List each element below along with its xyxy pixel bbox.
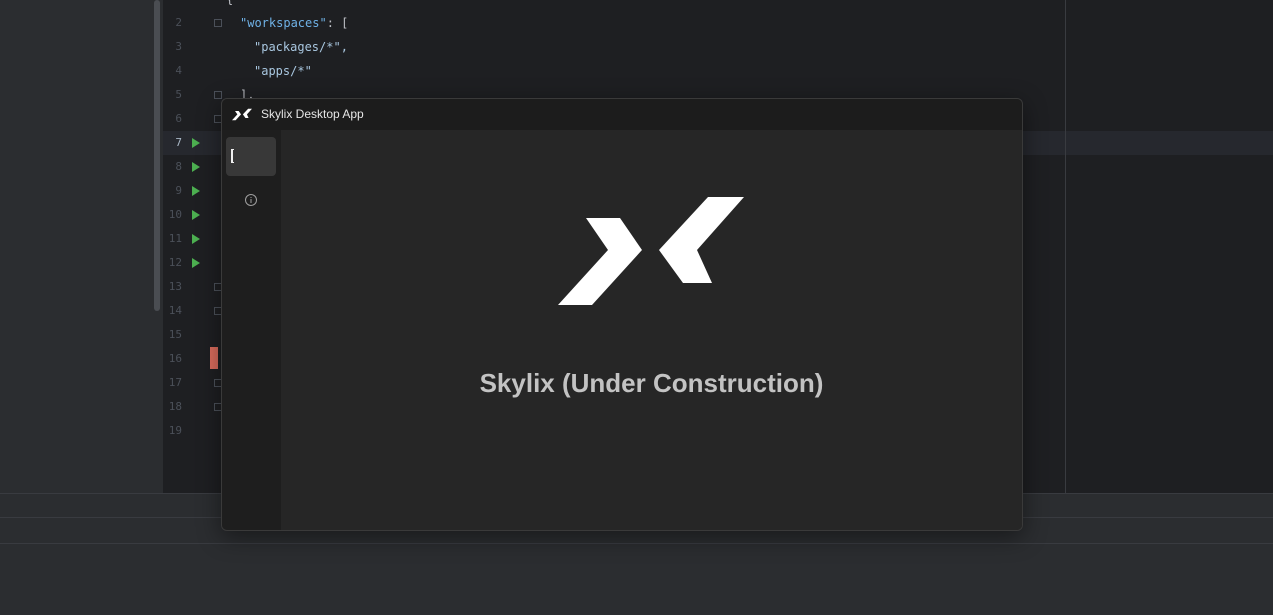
- skylix-logo-icon: [232, 108, 252, 121]
- line-number: 10: [168, 208, 182, 221]
- line-number: 2: [175, 16, 182, 29]
- json-string: "packages/*",: [254, 40, 348, 54]
- code-line: "packages/*",: [254, 35, 348, 59]
- code-line: "apps/*": [254, 59, 312, 83]
- line-number: 3: [175, 40, 182, 53]
- run-icon[interactable]: [192, 210, 200, 220]
- editor-right-margin: [1065, 0, 1066, 493]
- sidebar-item-home[interactable]: [226, 137, 276, 176]
- code-text: : [: [326, 16, 349, 30]
- vcs-change-marker[interactable]: [210, 347, 218, 369]
- code-text: {: [226, 0, 233, 6]
- info-icon[interactable]: [244, 193, 258, 207]
- line-number: 13: [168, 280, 182, 293]
- ide-project-panel: [0, 0, 163, 517]
- line-number: 8: [175, 160, 182, 173]
- window-title: Skylix Desktop App: [261, 107, 364, 121]
- skylix-logo-icon: [558, 197, 744, 305]
- ide-scrollbar[interactable]: [154, 0, 160, 311]
- line-number: 6: [175, 112, 182, 125]
- json-key: "workspaces": [240, 16, 327, 30]
- line-number: 5: [175, 88, 182, 101]
- json-string: "apps/*": [254, 64, 312, 78]
- skylix-app-window[interactable]: Skylix Desktop App Skylix (Under Constru…: [221, 98, 1023, 531]
- run-icon[interactable]: [192, 138, 200, 148]
- line-number: 9: [175, 184, 182, 197]
- line-number: 19: [168, 424, 182, 437]
- line-number: 4: [175, 64, 182, 77]
- app-sidebar: [222, 130, 281, 530]
- cursor-icon: [231, 149, 234, 163]
- fold-marker-icon[interactable]: [214, 19, 222, 27]
- code-line: "workspaces": [: [240, 11, 348, 35]
- line-number: 18: [168, 400, 182, 413]
- code-line: {: [226, 0, 233, 11]
- line-number: 15: [168, 328, 182, 341]
- run-icon[interactable]: [192, 162, 200, 172]
- run-icon[interactable]: [192, 258, 200, 268]
- hero-title: Skylix (Under Construction): [479, 368, 824, 398]
- ide-bottom-panel: [0, 543, 1273, 615]
- line-number: 17: [168, 376, 182, 389]
- line-number: 12: [168, 256, 182, 269]
- line-number: 14: [168, 304, 182, 317]
- line-number: 11: [168, 232, 182, 245]
- app-main-content: Skylix (Under Construction): [281, 130, 1022, 530]
- run-icon[interactable]: [192, 234, 200, 244]
- line-number: 16: [168, 352, 182, 365]
- window-titlebar[interactable]: Skylix Desktop App: [222, 99, 1022, 130]
- line-number-active: 7: [175, 136, 182, 149]
- run-icon[interactable]: [192, 186, 200, 196]
- fold-marker-icon[interactable]: [214, 91, 222, 99]
